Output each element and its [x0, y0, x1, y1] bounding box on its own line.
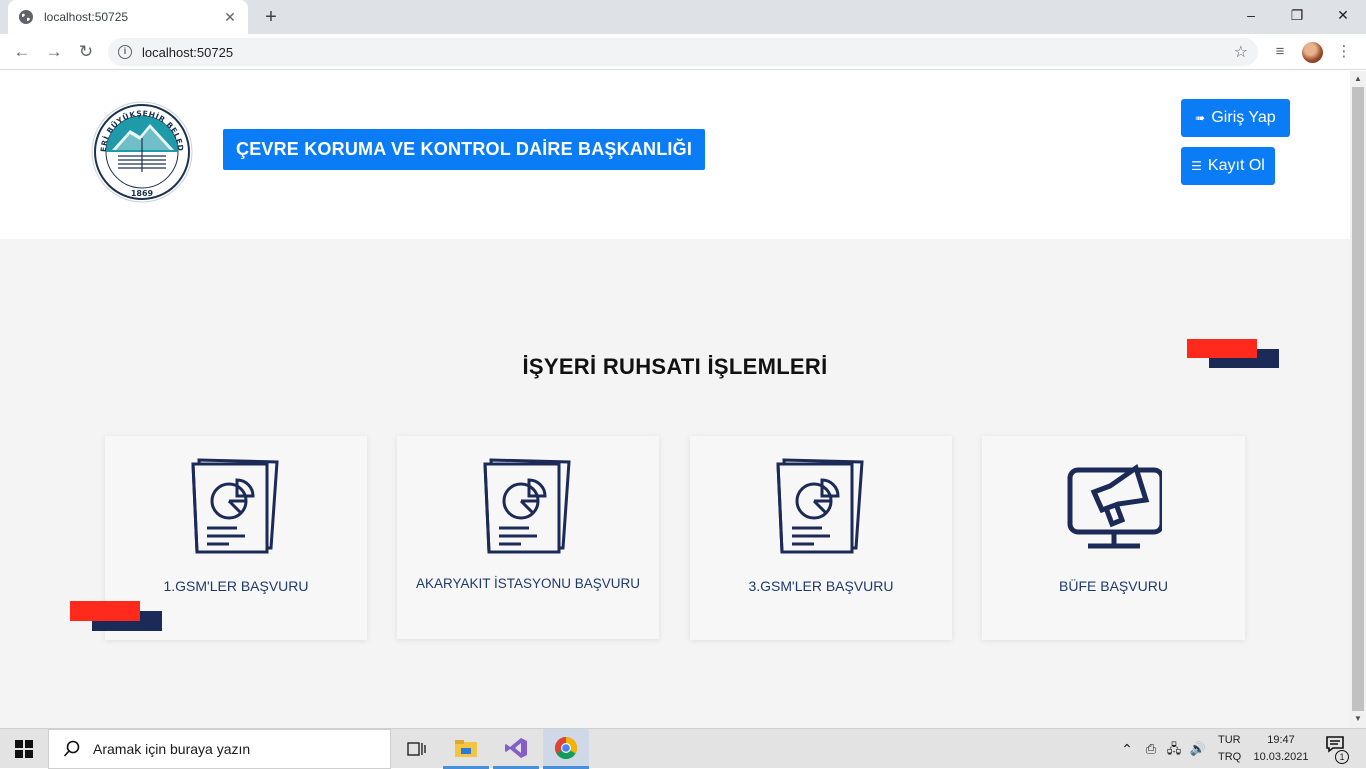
task-view-icon[interactable] [393, 729, 439, 769]
page-viewport: KAYSERİ BÜYÜKŞEHİR BELEDİYESİ 1869 ÇEVRE… [0, 71, 1350, 728]
card-label: AKARYAKIT İSTASYONU BAŞVURU [415, 576, 641, 591]
login-button-label: Giriş Yap [1211, 109, 1276, 126]
clock-date: 10.03.2021 [1253, 751, 1309, 763]
bookmark-star-icon[interactable]: ☆ [1234, 42, 1248, 62]
reload-icon[interactable]: ↻ [74, 40, 98, 64]
section-title: İŞYERİ RUHSATI İŞLEMLERİ [522, 354, 828, 379]
svg-text:1869: 1869 [131, 189, 154, 198]
profile-avatar[interactable] [1302, 42, 1323, 63]
file-explorer-icon[interactable] [443, 729, 489, 769]
card-3gsm[interactable]: 3.GSM'LER BAŞVURU [690, 436, 952, 640]
url-text: localhost:50725 [142, 44, 234, 60]
register-button-label: Kayıt Ol [1207, 157, 1265, 174]
card-label: 1.GSM'LER BAŞVURU [163, 578, 309, 594]
documents-chart-icon [483, 458, 571, 554]
page-scrollbar[interactable]: ▲ ▼ [1350, 71, 1366, 728]
browser-tab[interactable]: localhost:50725 ✕ [8, 0, 248, 34]
sign-in-icon: ➠ [1195, 111, 1206, 125]
windows-logo-icon [15, 740, 33, 758]
taskbar-search[interactable]: Aramak için buraya yazın [48, 729, 391, 769]
login-button[interactable]: ➠ Giriş Yap [1181, 99, 1290, 137]
menu-kebab-icon[interactable]: ⋮ [1334, 42, 1354, 62]
browser-toolbar: ← → ↻ i localhost:50725 ☆ ≡ ⋮ [0, 34, 1366, 70]
site-header: KAYSERİ BÜYÜKŞEHİR BELEDİYESİ 1869 ÇEVRE… [0, 71, 1350, 239]
tray-chevron-up-icon[interactable]: ⌃ [1118, 729, 1136, 769]
address-bar[interactable]: i localhost:50725 ☆ [108, 38, 1258, 66]
department-title[interactable]: ÇEVRE KORUMA VE KONTROL DAİRE BAŞKANLIĞI [223, 129, 706, 170]
chrome-icon[interactable] [543, 729, 589, 769]
register-button[interactable]: ☰ Kayıt Ol [1181, 147, 1275, 185]
globe-icon [19, 10, 33, 24]
kayseri-logo: KAYSERİ BÜYÜKŞEHİR BELEDİYESİ 1869 [90, 100, 193, 203]
new-tab-button[interactable]: + [258, 4, 284, 30]
forward-arrow-icon[interactable]: → [42, 40, 66, 64]
card-label: 3.GSM'LER BAŞVURU [748, 578, 894, 594]
minimize-button[interactable]: – [1228, 0, 1274, 30]
tab-title: localhost:50725 [44, 10, 129, 24]
tab-close-icon[interactable]: ✕ [222, 9, 238, 26]
documents-chart-icon [776, 458, 864, 554]
clock[interactable]: 19:47 10.03.2021 [1252, 734, 1310, 764]
search-placeholder: Aramak için buraya yazın [93, 741, 251, 757]
search-icon [63, 740, 80, 757]
back-arrow-icon[interactable]: ← [10, 40, 34, 64]
card-bufe[interactable]: BÜFE BAŞVURU [982, 436, 1245, 640]
info-icon[interactable]: i [118, 45, 132, 59]
network-icon[interactable]: 🖧 [1164, 729, 1184, 769]
language-indicator[interactable]: TUR TRQ [1218, 734, 1241, 764]
maximize-button[interactable]: ❐ [1274, 0, 1320, 30]
card-1gsm[interactable]: 1.GSM'LER BAŞVURU [105, 436, 367, 640]
media-control-icon[interactable]: ≡ [1270, 42, 1290, 62]
decor-stripe-red [70, 601, 140, 621]
windows-taskbar: Aramak için buraya yazın ⌃ ⎙ 🖧 🔊 TUR TRQ… [0, 728, 1366, 769]
browser-tab-strip: localhost:50725 ✕ + – ❐ ✕ [0, 0, 1366, 34]
visual-studio-icon[interactable] [493, 729, 539, 769]
card-label: BÜFE BAŞVURU [1059, 578, 1168, 594]
card-akaryakit[interactable]: AKARYAKIT İSTASYONU BAŞVURU [397, 436, 659, 639]
lang-top: TUR [1218, 734, 1241, 746]
notification-count-badge: 1 [1335, 750, 1349, 764]
list-icon: ☰ [1191, 159, 1202, 173]
lang-bottom: TRQ [1218, 751, 1242, 763]
documents-chart-icon [191, 458, 279, 554]
clock-time: 19:47 [1267, 734, 1295, 746]
monitor-megaphone-icon [1067, 464, 1162, 549]
close-window-button[interactable]: ✕ [1320, 0, 1366, 30]
scroll-up-arrow-icon[interactable]: ▲ [1354, 74, 1362, 83]
scroll-down-arrow-icon[interactable]: ▼ [1354, 714, 1362, 723]
scrollbar-thumb[interactable] [1352, 87, 1364, 711]
volume-icon[interactable]: 🔊 [1188, 729, 1208, 769]
meet-now-icon[interactable]: ⎙ [1141, 729, 1161, 769]
windows-start-button[interactable] [0, 729, 48, 769]
